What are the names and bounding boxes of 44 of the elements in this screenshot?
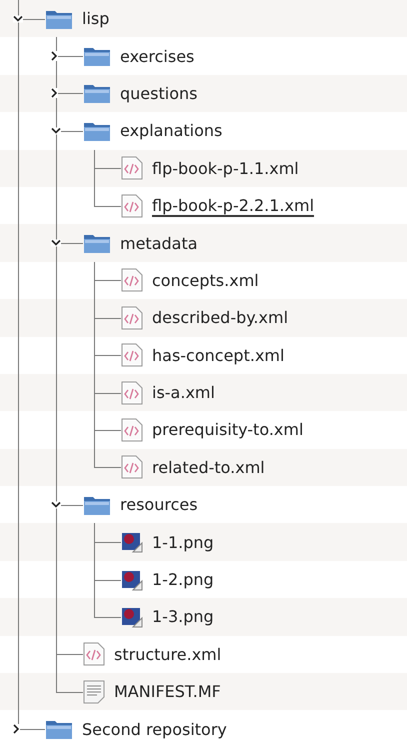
- chevron-right-icon[interactable]: [13, 724, 20, 734]
- tree-item[interactable]: 1-1.png: [152, 532, 214, 552]
- xml-file-icon: [121, 156, 143, 180]
- image-file-icon: [121, 606, 143, 628]
- folder-icon: [45, 718, 73, 740]
- xml-file-icon: [121, 418, 143, 442]
- tree-item[interactable]: prerequisity-to.xml: [152, 420, 304, 440]
- chevron-down-icon[interactable]: [51, 501, 61, 508]
- text-file-icon: [83, 680, 105, 704]
- folder-icon: [83, 82, 111, 104]
- tree-item[interactable]: questions: [120, 84, 198, 103]
- tree-item[interactable]: has-concept.xml: [152, 346, 284, 365]
- tree-item[interactable]: explanations: [120, 121, 222, 140]
- folder-icon: [83, 45, 111, 68]
- tree-item[interactable]: MANIFEST.MF: [114, 682, 221, 702]
- tree-item[interactable]: concepts.xml: [152, 270, 259, 290]
- tree-item[interactable]: 1-3.png: [152, 607, 214, 626]
- chevron-right-icon[interactable]: [51, 51, 58, 62]
- chevron-down-icon[interactable]: [13, 15, 23, 22]
- tree-item[interactable]: structure.xml: [114, 644, 222, 664]
- xml-file-icon: [121, 194, 143, 218]
- chevron-right-icon[interactable]: [51, 88, 58, 98]
- tree-item[interactable]: flp-book-p-2.2.1.xml: [152, 196, 314, 216]
- tree-item[interactable]: 1-2.png: [152, 570, 214, 590]
- xml-file-icon: [83, 642, 105, 666]
- tree-item[interactable]: lisp: [82, 9, 110, 28]
- folder-icon: [83, 232, 111, 254]
- xml-file-icon: [121, 380, 143, 405]
- xml-file-icon: [121, 455, 143, 480]
- tree-item[interactable]: is-a.xml: [152, 383, 215, 402]
- tree-item[interactable]: metadata: [120, 234, 198, 253]
- tree-item[interactable]: resources: [120, 495, 198, 514]
- chevron-down-icon[interactable]: [51, 127, 61, 134]
- tree-item[interactable]: flp-book-p-1.1.xml: [152, 158, 299, 178]
- image-file-icon: [121, 568, 143, 591]
- chevron-down-icon[interactable]: [51, 240, 61, 247]
- tree-item[interactable]: exercises: [120, 46, 194, 66]
- image-file-icon: [121, 531, 143, 554]
- tree-item[interactable]: described-by.xml: [152, 308, 288, 328]
- xml-file-icon: [121, 306, 143, 330]
- xml-file-icon: [121, 343, 143, 368]
- tree-item[interactable]: Second repository: [82, 720, 227, 739]
- xml-file-icon: [121, 268, 143, 292]
- tree-item[interactable]: related-to.xml: [152, 458, 265, 477]
